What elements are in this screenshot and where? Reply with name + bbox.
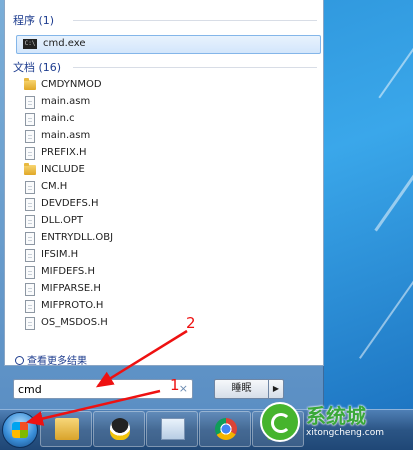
watermark-url: xitongcheng.com [306, 428, 384, 438]
annotation-number-2: 2 [186, 314, 196, 332]
annotation-number-1: 1 [170, 376, 180, 394]
watermark: 系统城 xitongcheng.com [258, 398, 413, 446]
watermark-text: 系统城 [306, 404, 366, 428]
arrow-to-start-button [25, 389, 161, 426]
annotation-arrows [25, 329, 188, 426]
watermark-logo-icon [260, 402, 300, 442]
